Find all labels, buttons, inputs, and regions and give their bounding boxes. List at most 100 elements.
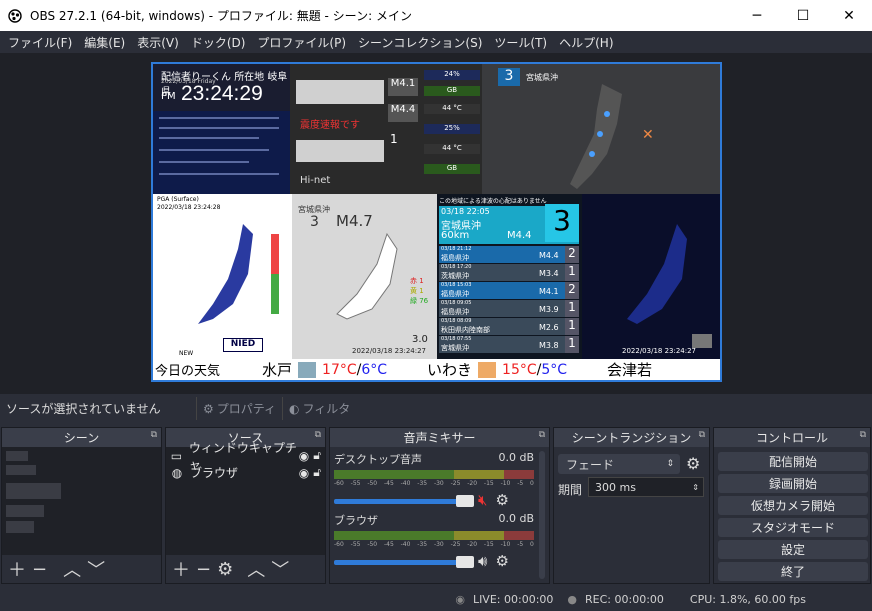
preview-canvas[interactable]: 配信者りーくん 所在地 岐阜県 2022/03/18 Friday PM 23:…: [151, 62, 722, 382]
float-icon[interactable]: ⧉: [539, 430, 545, 440]
mixer-body: デスクトップ音声 0.0 dB -60 -55 -50 -45 -40 -35 -30 -25-…: [330, 447, 549, 583]
channel-gear-icon[interactable]: ⚙: [495, 552, 508, 570]
spinner-icon: ⇕: [666, 459, 674, 469]
menu-bar: ファイル(F) 編集(E) 表示(V) ドック(D) プロファイル(P) シーン…: [0, 31, 872, 53]
clock-panel: 配信者りーくん 所在地 岐阜県 2022/03/18 Friday PM 23:…: [153, 64, 290, 111]
volume-slider[interactable]: [334, 494, 474, 507]
muted-speaker-icon[interactable]: 🔇︎: [478, 491, 487, 509]
start-streaming-button[interactable]: 配信開始: [718, 452, 868, 471]
hardware-panel: 24% GB 44 °C 25% 44 °C GB: [420, 64, 482, 194]
menu-tools[interactable]: ツール(T): [488, 34, 553, 51]
properties-button[interactable]: ⚙ プロパティ: [196, 397, 282, 420]
minimize-button[interactable]: ─: [734, 0, 780, 31]
volume-slider[interactable]: [334, 555, 474, 568]
menu-profile[interactable]: プロファイル(P): [251, 34, 352, 51]
pga-new-label: NEW: [179, 350, 194, 357]
pga-map-panel: PGA (Surface) 2022/03/18 23:24:28 NIED N…: [153, 194, 292, 359]
transition-gear-icon[interactable]: ⚙: [686, 454, 700, 473]
no-source-selected-label: ソースが選択されていません: [6, 402, 161, 416]
move-up-button[interactable]: ︿: [63, 556, 81, 582]
controls-title: コントロール: [755, 431, 828, 445]
visibility-eye-icon[interactable]: ◉: [299, 466, 309, 480]
quake-history-list: 03/18 21:12 福島県沖 M4.4 2 03/18 17:20 茨城県沖 M3.4 1…: [439, 246, 579, 354]
lock-icon[interactable]: 🔓︎: [313, 448, 321, 463]
live-broadcast-icon: ◉: [455, 592, 465, 606]
filters-button[interactable]: ◐ フィルタ: [282, 397, 356, 420]
float-icon[interactable]: ⧉: [860, 430, 866, 440]
sources-dock: ソース ⧉ ▭ ウィンドウキャプチャ ◉ 🔓︎ ◍ ブラウザ ◉ 🔓︎ ＋ − ⚙…: [165, 427, 326, 584]
scenes-list[interactable]: [2, 447, 161, 555]
rec-timer: REC: 00:00:00: [585, 592, 664, 606]
studio-mode-button[interactable]: スタジオモード: [718, 518, 868, 537]
transitions-title: シーントランジション: [571, 431, 692, 445]
cpu-fps: CPU: 1.8%, 60.00 fps: [689, 592, 806, 606]
weather-high-2: 15°C: [502, 361, 537, 378]
remove-source-button[interactable]: −: [196, 559, 211, 580]
channel-gear-icon[interactable]: ⚙: [495, 491, 508, 509]
stepper-icon[interactable]: ⇕: [692, 483, 699, 492]
eew-intensity: 3: [545, 204, 579, 242]
menu-file[interactable]: ファイル(F): [2, 34, 78, 51]
float-icon[interactable]: ⧉: [315, 430, 321, 440]
add-scene-button[interactable]: ＋: [8, 556, 26, 582]
channel-db: 0.0 dB: [498, 512, 534, 525]
scenes-dock: シーン ⧉ ＋ − ︿ ﹀: [1, 427, 162, 584]
scenes-title: シーン: [63, 431, 100, 445]
quake-mag-1: M4.1: [388, 78, 418, 96]
quake-mag-2: M4.4: [388, 104, 418, 122]
duration-input[interactable]: 300 ms ⇕: [588, 477, 704, 497]
start-virtual-camera-button[interactable]: 仮想カメラ開始: [718, 496, 868, 515]
source-up-button[interactable]: ︿: [247, 556, 265, 582]
quake-history-row: 03/18 08:09 秋田県内陸南部 M2.6 1: [439, 318, 579, 335]
quake-map-panel: ✕ 3 宮城県沖: [482, 64, 720, 194]
row-region: 福島県沖: [441, 290, 469, 298]
meter-ticks: -60 -55 -50 -45 -40 -35 -30 -25 -20 -15 -10 -5 0: [334, 480, 534, 487]
svg-text:✕: ✕: [642, 127, 654, 143]
menu-view[interactable]: 表示(V): [131, 34, 185, 51]
menu-dock[interactable]: ドック(D): [185, 34, 252, 51]
move-down-button[interactable]: ﹀: [87, 556, 105, 582]
quake-history-row: 03/18 09:05 福島県沖 M3.9 1: [439, 300, 579, 317]
close-button[interactable]: ✕: [826, 0, 872, 31]
right-timestamp: 2022/03/18 23:24:27: [622, 347, 697, 355]
settings-button[interactable]: 設定: [718, 540, 868, 559]
gear-icon: ⚙: [203, 401, 214, 416]
channel-name: デスクトップ音声: [334, 453, 422, 466]
row-time: 03/18 08:09: [441, 318, 472, 324]
exit-button[interactable]: 終了: [718, 562, 868, 581]
source-toolbar: ソースが選択されていません ⚙ プロパティ ◐ フィルタ: [0, 394, 872, 423]
meter-ticks: -60 -55 -50 -45 -40 -35 -30 -25 -20 -15 -10 -5 0: [334, 541, 534, 548]
add-source-button[interactable]: ＋: [172, 556, 190, 582]
speaker-icon[interactable]: 🔊︎: [478, 552, 487, 570]
weather-city-3: 会津若: [607, 361, 653, 379]
float-icon[interactable]: ⧉: [699, 430, 705, 440]
source-down-button[interactable]: ﹀: [271, 556, 289, 582]
clock-ampm: PM: [161, 91, 176, 102]
row-mag: M3.9: [539, 305, 559, 314]
menu-help[interactable]: ヘルプ(H): [553, 34, 619, 51]
menu-edit[interactable]: 編集(E): [78, 34, 131, 51]
menu-scene-collection[interactable]: シーンコレクション(S): [352, 34, 488, 51]
mixer-channel-desktop: デスクトップ音声 0.0 dB -60 -55 -50 -45 -40 -35 -30 -25-…: [334, 451, 534, 509]
mixer-scrollbar[interactable]: [539, 451, 545, 579]
start-recording-button[interactable]: 録画開始: [718, 474, 868, 493]
row-time: 03/18 21:12: [441, 246, 472, 252]
source-settings-gear-icon[interactable]: ⚙: [217, 559, 233, 580]
remove-scene-button[interactable]: −: [32, 559, 47, 580]
row-time: 03/18 09:05: [441, 300, 472, 306]
weather-city-2: いわき: [427, 361, 473, 379]
hw-gpu-temp: 44 °C: [424, 104, 480, 114]
window-icon: ▭: [170, 448, 183, 463]
hw-cpu-temp: 44 °C: [424, 144, 480, 154]
weather-icon-2: [478, 361, 497, 378]
row-mag: M4.1: [539, 287, 559, 296]
lock-icon[interactable]: 🔓︎: [313, 465, 321, 480]
controls-dock: コントロール ⧉ 配信開始 録画開始 仮想カメラ開始 スタジオモード 設定 終了: [713, 427, 871, 584]
visibility-eye-icon[interactable]: ◉: [299, 449, 309, 463]
transition-select[interactable]: フェード ⇕: [558, 454, 680, 474]
maximize-button[interactable]: ☐: [780, 0, 826, 31]
float-icon[interactable]: ⧉: [151, 430, 157, 440]
rec-dot-icon: ●: [567, 592, 578, 606]
transition-selected: フェード: [566, 457, 615, 472]
source-item-window-capture[interactable]: ▭ ウィンドウキャプチャ ◉ 🔓︎: [166, 441, 325, 472]
